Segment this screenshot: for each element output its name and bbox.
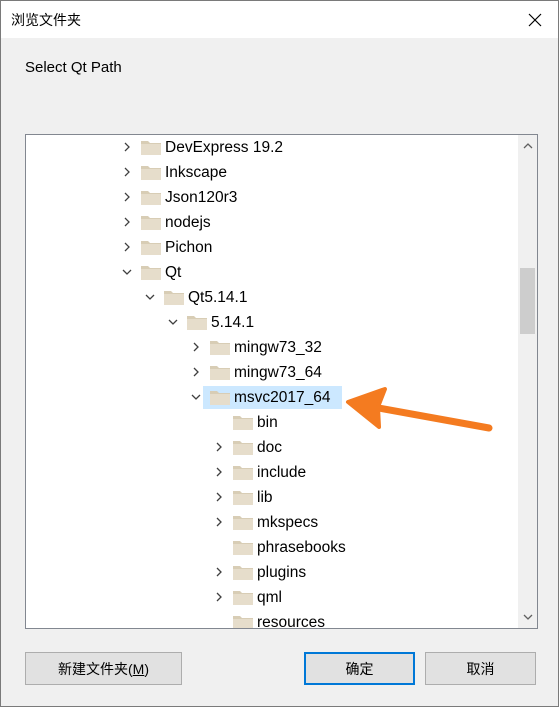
arrow-annotation [346, 387, 493, 432]
browse-folder-dialog: 浏览文件夹 Select Qt Path DevExpress 19.2 Inks… [0, 0, 559, 707]
